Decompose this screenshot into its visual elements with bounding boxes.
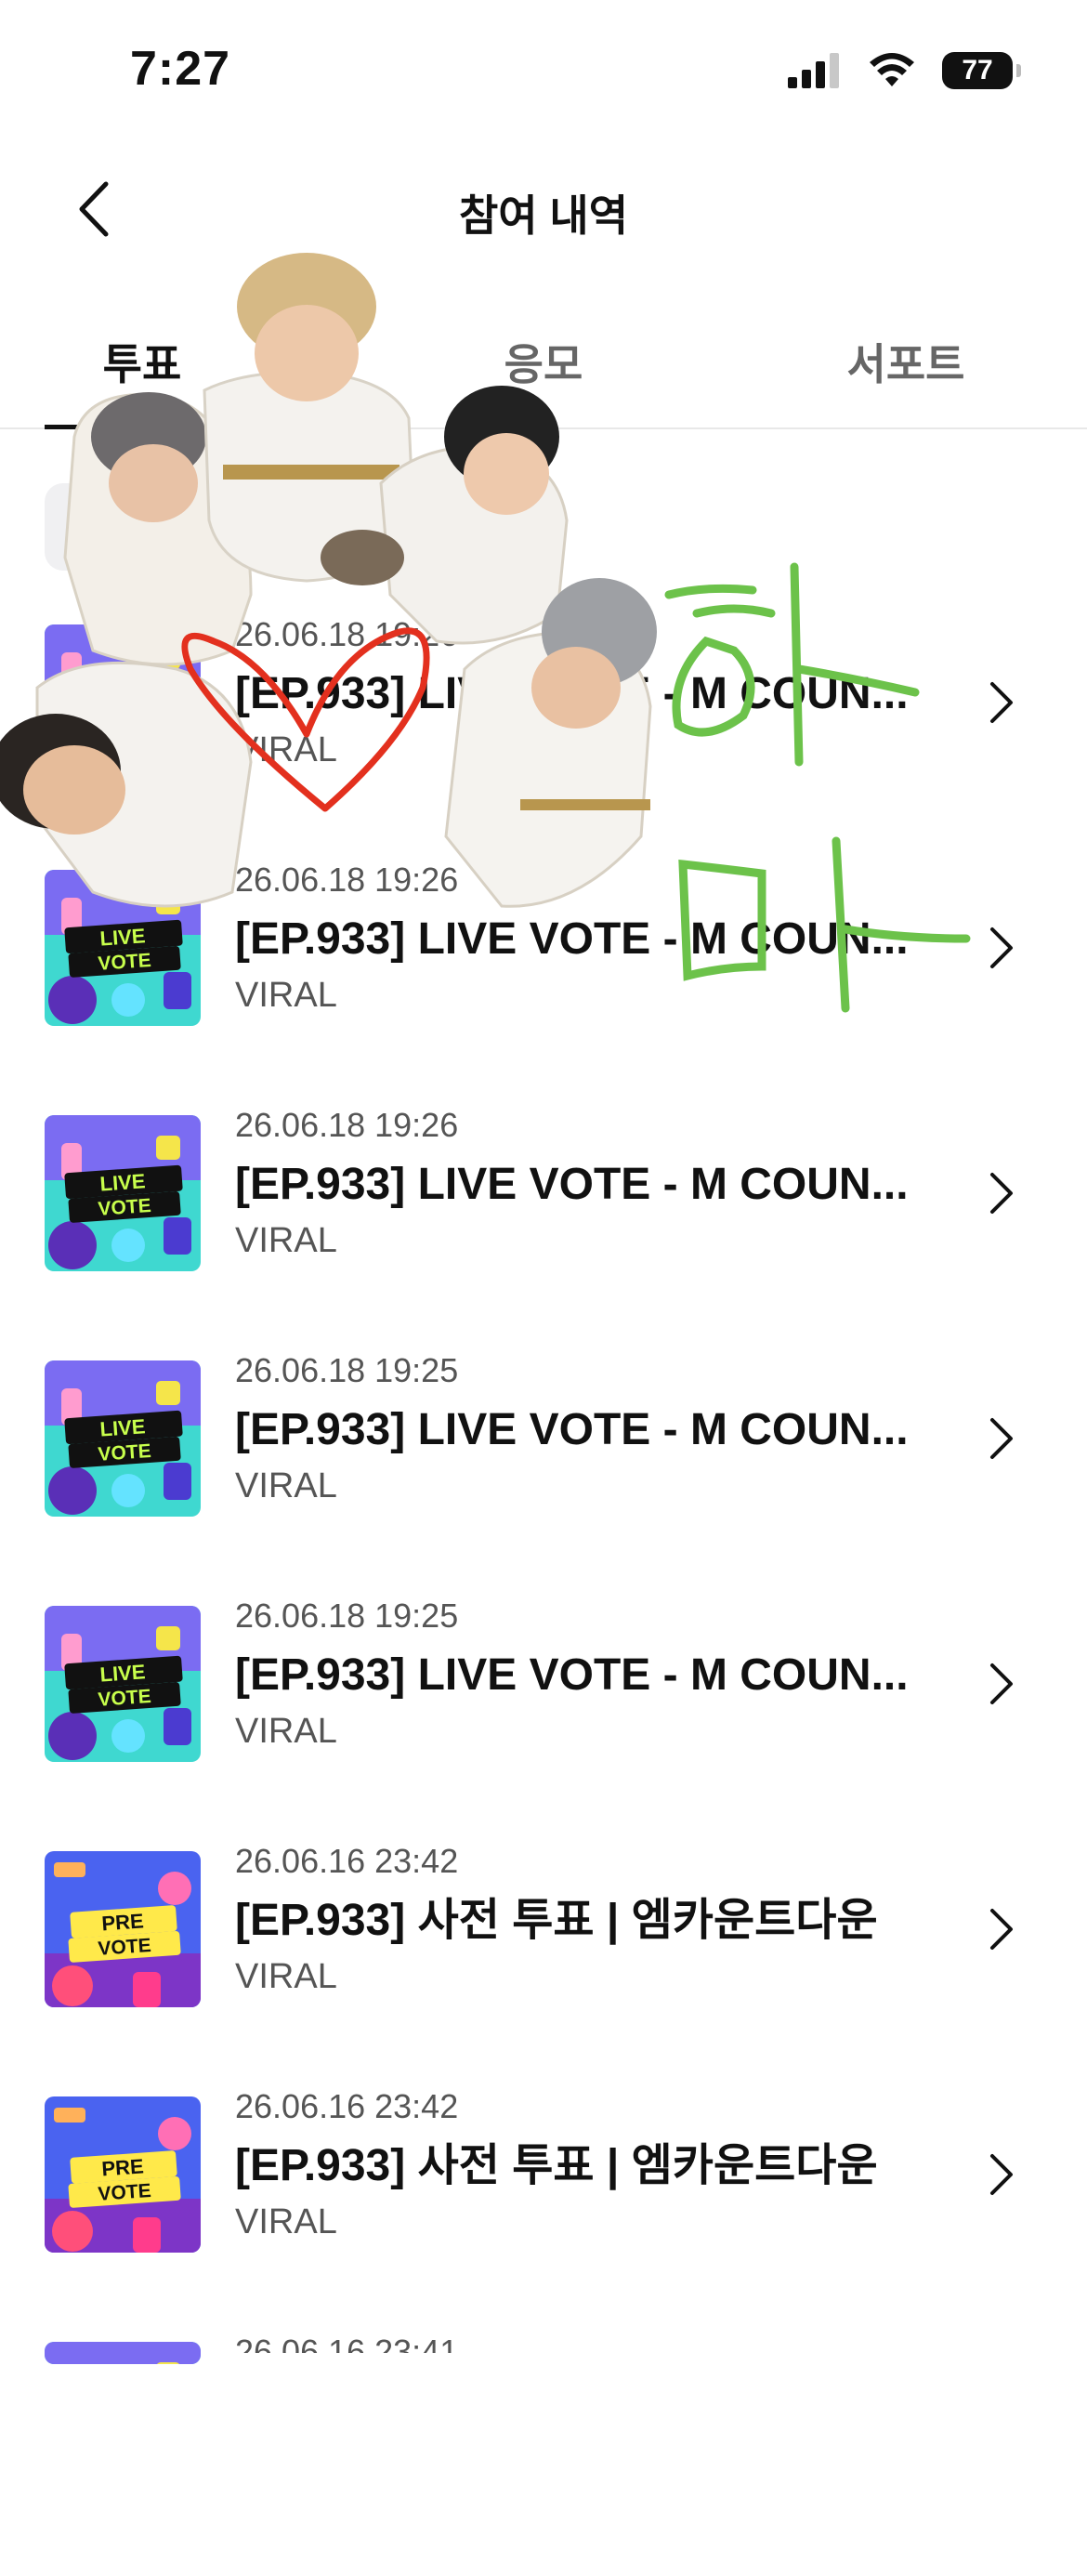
filter-chips: 전 3 bbox=[45, 483, 453, 571]
svg-text:LIVE: LIVE bbox=[99, 678, 147, 704]
svg-text:VOTE: VOTE bbox=[98, 1935, 152, 1960]
list-item[interactable]: LIVEVOTE 26.06.16 23:41 bbox=[0, 2331, 1087, 2576]
battery-icon: 77 bbox=[942, 52, 1021, 89]
list-item[interactable]: LIVE VOTE 26.06.18 19:26 [EP.933] LIVE VO… bbox=[0, 613, 1087, 859]
vote-thumbnail: PRE VOTE bbox=[45, 1851, 201, 2007]
chevron-right-icon bbox=[990, 682, 1013, 723]
filter-chip-all[interactable]: 전 bbox=[45, 483, 240, 571]
item-title: [EP.933] LIVE VOTE - M COUN... bbox=[235, 669, 909, 718]
status-time: 7:27 bbox=[130, 42, 231, 96]
tab-entry[interactable]: 응모 bbox=[446, 331, 641, 392]
tab-vote[interactable]: 투표 bbox=[45, 331, 240, 392]
svg-text:VOTE: VOTE bbox=[98, 1195, 152, 1220]
svg-text:PRE: PRE bbox=[101, 2154, 145, 2180]
svg-text:LIVE: LIVE bbox=[99, 1660, 147, 1686]
active-tab-indicator bbox=[45, 425, 240, 429]
item-title: [EP.933] LIVE VOTE - M COUN... bbox=[235, 1405, 909, 1454]
item-title: [EP.933] 사전 투표 | 엠카운트다운 bbox=[235, 2141, 878, 2190]
vote-thumbnail: PRE VOTE bbox=[45, 2096, 201, 2253]
chevron-right-icon bbox=[990, 2154, 1013, 2195]
cellular-signal-icon bbox=[788, 53, 839, 88]
item-date: 26.06.16 23:42 bbox=[235, 1842, 459, 1880]
vote-thumbnail: LIVEVOTE bbox=[45, 1606, 201, 1762]
item-title: [EP.933] LIVE VOTE - M COUN... bbox=[235, 1650, 909, 1700]
svg-text:VOTE: VOTE bbox=[98, 2180, 152, 2205]
list-item[interactable]: LIVE VOTE 26.06.18 19:26 [EP.933] LIVE VO… bbox=[0, 1104, 1087, 1349]
item-title: [EP.933] LIVE VOTE - M COUN... bbox=[235, 914, 909, 964]
page-title: 참여 내역 bbox=[458, 191, 629, 240]
vote-thumbnail: LIVEVOTE bbox=[45, 870, 201, 1026]
status-bar: 7:27 77 bbox=[0, 0, 1087, 139]
list-item[interactable]: LIVE VOTE 26.06.18 19:25 [EP.933] LIVE VO… bbox=[0, 1595, 1087, 1840]
item-organizer: VIRAL bbox=[235, 1957, 337, 1996]
filter-chip-period[interactable]: 3 bbox=[258, 483, 453, 571]
item-organizer: VIRAL bbox=[235, 2202, 337, 2241]
chevron-right-icon bbox=[990, 1418, 1013, 1459]
wifi-icon bbox=[870, 53, 914, 86]
item-date: 26.06.18 19:25 bbox=[235, 1597, 459, 1635]
item-date: 26.06.18 19:26 bbox=[235, 1106, 459, 1144]
svg-text:LIVE: LIVE bbox=[99, 1414, 147, 1440]
chevron-right-icon bbox=[990, 1173, 1013, 1214]
item-organizer: VIRAL bbox=[235, 1712, 337, 1751]
list-item[interactable]: PRE VOTE 26.06.16 23:42 [EP.933] 사전 투표 | … bbox=[0, 2085, 1087, 2331]
item-organizer: VIRAL bbox=[235, 976, 337, 1015]
item-organizer: VIRAL bbox=[235, 1221, 337, 1260]
chevron-right-icon bbox=[990, 927, 1013, 968]
vote-thumbnail: LIVEVOTE bbox=[45, 1115, 201, 1271]
svg-text:VOTE: VOTE bbox=[98, 1686, 152, 1711]
item-title: [EP.933] 사전 투표 | 엠카운트다운 bbox=[235, 1896, 878, 1945]
item-title: [EP.933] LIVE VOTE - M COUN... bbox=[235, 1160, 909, 1209]
item-date: 26.06.18 19:25 bbox=[235, 1351, 459, 1389]
list-item[interactable]: LIVE VOTE 26.06.18 19:25 [EP.933] LIVE VO… bbox=[0, 1349, 1087, 1595]
item-organizer: VIRAL bbox=[235, 730, 337, 769]
status-icons: 77 bbox=[788, 52, 1021, 89]
vote-thumbnail: LIVEVOTE bbox=[45, 2342, 201, 2364]
vote-thumbnail: LIVEVOTE bbox=[45, 1360, 201, 1517]
list-item[interactable]: LIVE VOTE 26.06.18 19:26 [EP.933] LIVE VO… bbox=[0, 859, 1087, 1104]
item-date: 26.06.18 19:26 bbox=[235, 615, 459, 653]
chevron-right-icon bbox=[990, 1663, 1013, 1704]
vote-thumbnail: LIVEVOTE bbox=[45, 624, 201, 781]
list-item[interactable]: PRE VOTE 26.06.16 23:42 [EP.933] 사전 투표 | … bbox=[0, 1840, 1087, 2085]
nav-header: 참여 내역 bbox=[0, 158, 1087, 260]
item-date: 26.06.16 23:42 bbox=[235, 2087, 459, 2125]
item-date: 26.06.16 23:41 bbox=[235, 2333, 459, 2353]
chevron-right-icon bbox=[990, 1909, 1013, 1950]
svg-text:PRE: PRE bbox=[101, 1909, 145, 1935]
svg-text:LIVE: LIVE bbox=[99, 1169, 147, 1195]
item-date: 26.06.18 19:26 bbox=[235, 861, 459, 899]
svg-text:VOTE: VOTE bbox=[98, 1440, 152, 1465]
tab-support[interactable]: 서포트 bbox=[808, 331, 1003, 392]
svg-text:VOTE: VOTE bbox=[98, 704, 152, 729]
svg-text:LIVE: LIVE bbox=[99, 924, 147, 950]
svg-text:VOTE: VOTE bbox=[98, 950, 152, 975]
item-organizer: VIRAL bbox=[235, 1466, 337, 1505]
tab-bar: 투표 응모 서포트 bbox=[0, 307, 1087, 429]
